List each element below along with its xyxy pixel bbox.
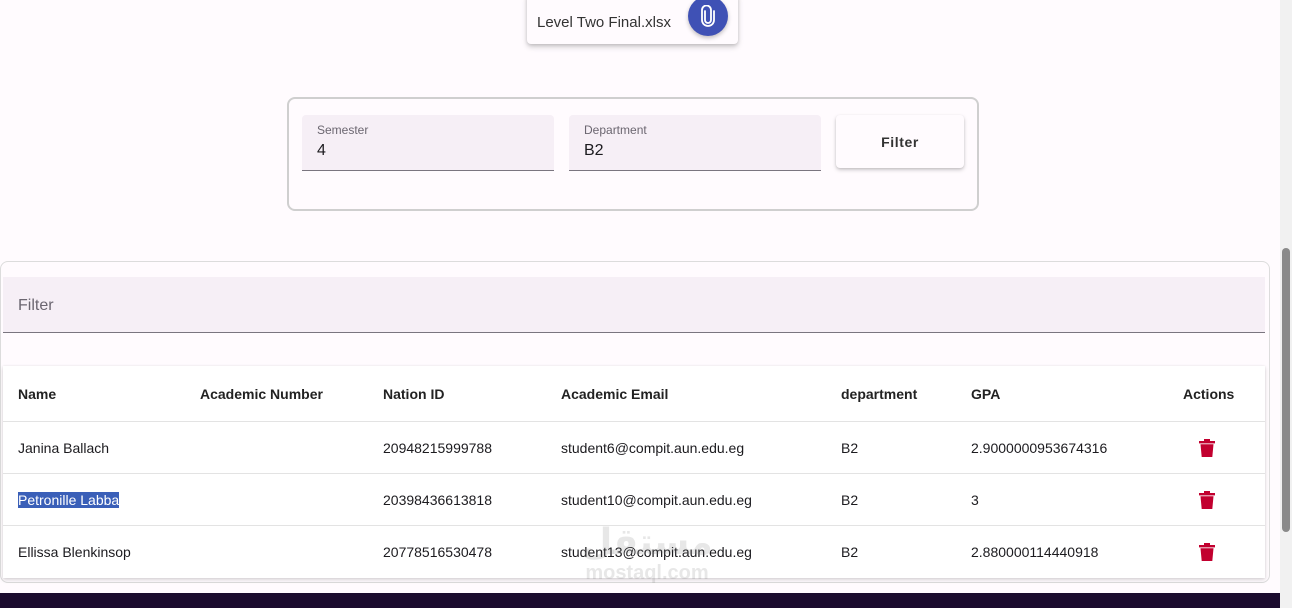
watermark-logo: مستقل mostaql.com xyxy=(567,521,727,585)
filter-panel: Semester 4 Department B2 Filter xyxy=(287,97,979,211)
delete-icon[interactable] xyxy=(1199,542,1215,561)
watermark-latin: mostaql.com xyxy=(585,562,709,584)
bottom-bar xyxy=(0,593,1280,608)
table-row[interactable]: Janina Ballach 20948215999788 student6@c… xyxy=(3,422,1265,474)
scrollbar-thumb[interactable] xyxy=(1282,248,1290,532)
gpa: 3 xyxy=(971,491,979,508)
column-header-nation-id[interactable]: Nation ID xyxy=(383,386,444,402)
semester-label: Semester xyxy=(317,123,369,137)
column-header-gpa[interactable]: GPA xyxy=(971,386,1000,402)
student-name: Janina Ballach xyxy=(18,439,110,456)
column-header-academic-number[interactable]: Academic Number xyxy=(200,386,323,402)
column-header-department[interactable]: department xyxy=(841,386,917,402)
department-value[interactable]: B2 xyxy=(584,142,604,160)
table-filter-input[interactable]: Filter xyxy=(3,277,1265,333)
gpa: 2.9000000953674316 xyxy=(971,439,1108,456)
file-name: Level Two Final.xlsx xyxy=(537,13,671,31)
department-field[interactable]: Department B2 xyxy=(569,115,821,171)
attach-file-button[interactable] xyxy=(688,0,728,36)
academic-email: student6@compit.aun.edu.eg xyxy=(561,439,745,456)
vertical-scrollbar[interactable] xyxy=(1280,0,1292,608)
column-header-name[interactable]: Name xyxy=(18,386,56,402)
table-row[interactable]: Petronille Labba 20398436613818 student1… xyxy=(3,474,1265,526)
semester-value[interactable]: 4 xyxy=(317,142,326,160)
department: B2 xyxy=(841,543,859,560)
nation-id: 20398436613818 xyxy=(383,491,493,508)
student-name: Petronille Labba xyxy=(18,491,120,508)
academic-email: student10@compit.aun.edu.eg xyxy=(561,491,752,508)
delete-icon[interactable] xyxy=(1199,438,1215,457)
delete-icon[interactable] xyxy=(1199,490,1215,509)
file-upload-card: Level Two Final.xlsx xyxy=(527,0,738,44)
nation-id: 20948215999788 xyxy=(383,439,493,456)
column-header-actions: Actions xyxy=(1183,385,1235,402)
filter-button[interactable]: Filter xyxy=(836,115,964,168)
department-label: Department xyxy=(584,123,647,137)
watermark-arabic: مستقل xyxy=(581,521,713,562)
department: B2 xyxy=(841,439,859,456)
table-filter-placeholder: Filter xyxy=(18,297,54,314)
student-name: Ellissa Blenkinsop xyxy=(18,543,131,560)
semester-field[interactable]: Semester 4 xyxy=(302,115,554,171)
table-header-row: Name Academic Number Nation ID Academic … xyxy=(3,366,1265,422)
nation-id: 20778516530478 xyxy=(383,543,493,560)
gpa: 2.880000114440918 xyxy=(971,543,1099,560)
department: B2 xyxy=(841,491,859,508)
paperclip-icon xyxy=(701,5,715,27)
column-header-email[interactable]: Academic Email xyxy=(561,386,668,402)
